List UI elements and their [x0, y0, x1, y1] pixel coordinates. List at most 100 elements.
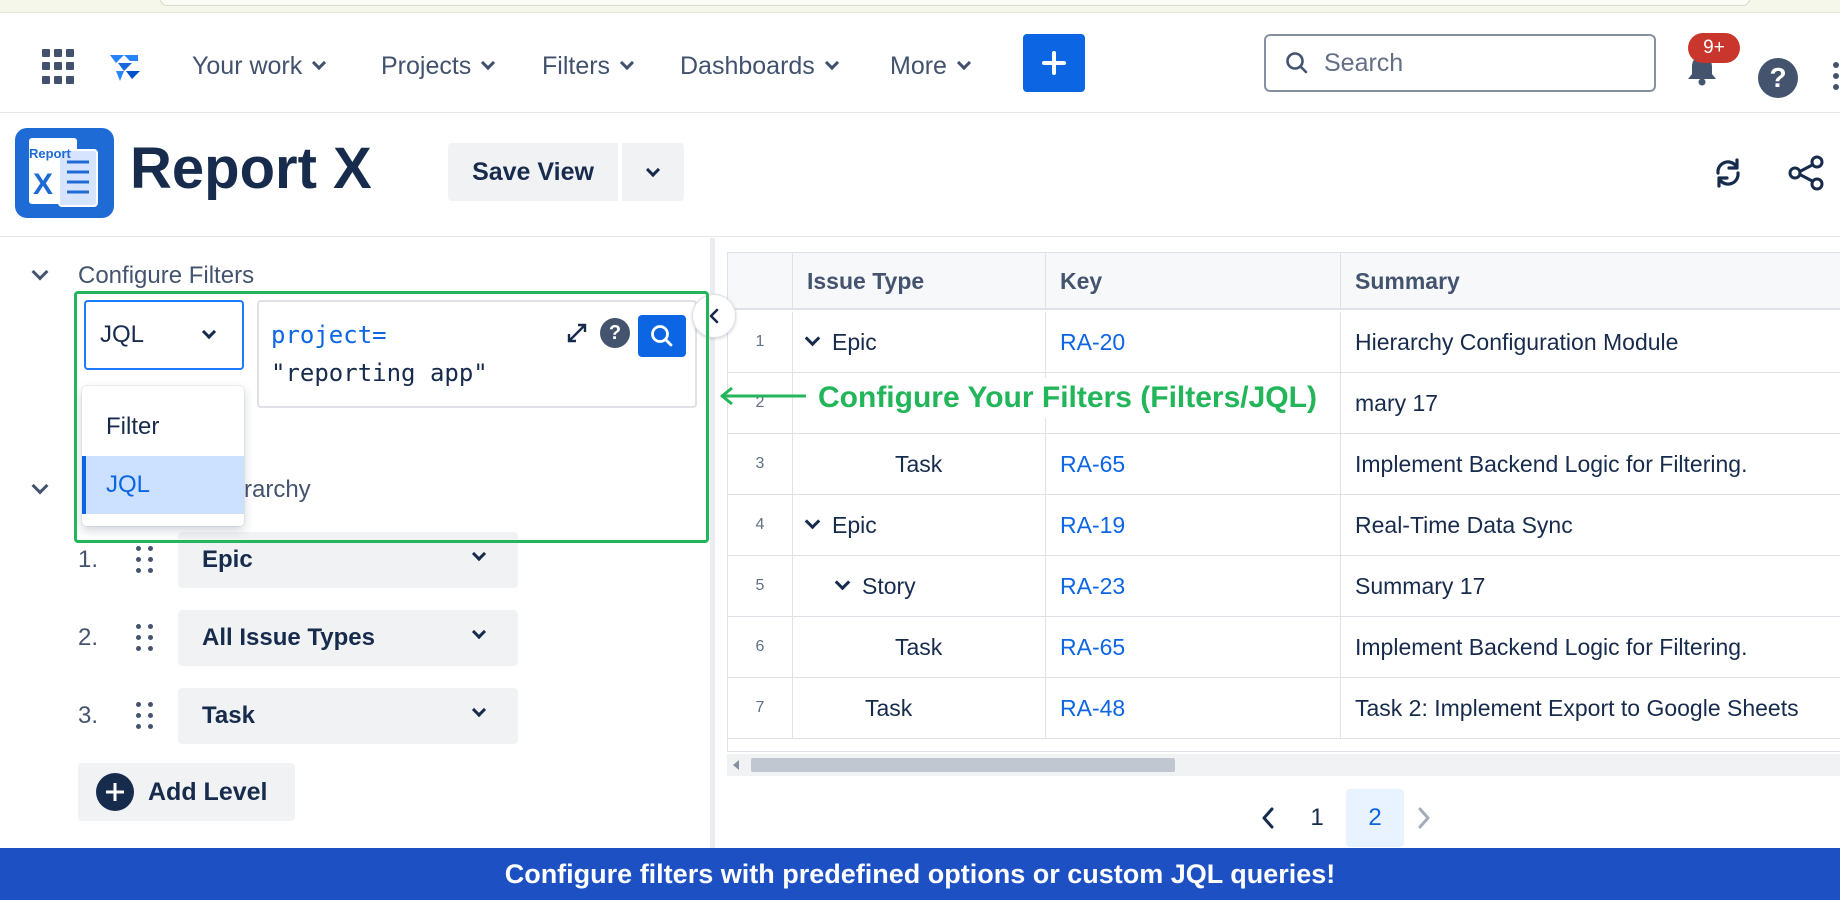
add-circle-icon — [96, 773, 134, 811]
configure-filters-toggle-icon[interactable] — [30, 266, 50, 286]
configure-filters-label: Configure Filters — [78, 262, 255, 289]
annotation-label: Configure Your Filters (Filters/JQL) — [806, 378, 1333, 418]
refresh-icon[interactable] — [1708, 153, 1748, 193]
table-row[interactable]: 6 Task RA-65 Implement Backend Logic for Fi… — [728, 617, 1840, 678]
app-switcher-icon[interactable] — [42, 49, 78, 85]
help-icon[interactable]: ? — [1758, 58, 1798, 98]
page: Your work Projects Filters Dashboards Mo… — [0, 0, 1840, 900]
issue-key-link[interactable]: RA-65 — [1046, 434, 1341, 494]
search-input[interactable] — [1324, 48, 1624, 78]
table-row[interactable]: 7 Task RA-48 Task 2: Implement Export to Go… — [728, 678, 1840, 739]
level-value: All Issue Types — [202, 624, 375, 651]
issue-key-link[interactable]: RA-48 — [1046, 678, 1341, 738]
issue-key-link[interactable]: RA-20 — [1046, 312, 1341, 372]
more-options-icon[interactable] — [1832, 61, 1840, 91]
report-x-logo: Report X — [15, 128, 114, 218]
issue-type-cell: Story — [793, 556, 1046, 616]
dropdown-option-jql[interactable]: JQL — [82, 456, 244, 514]
row-number: 3 — [728, 434, 793, 494]
row-number: 7 — [728, 678, 793, 738]
issue-key-link[interactable]: RA-65 — [1046, 617, 1341, 677]
row-number: 1 — [728, 312, 793, 372]
issue-type-cell: Epic — [793, 495, 1046, 555]
expand-caret-icon[interactable] — [804, 330, 821, 346]
drag-handle-icon[interactable] — [136, 702, 154, 730]
scrollbar-thumb[interactable] — [751, 758, 1175, 772]
share-icon[interactable] — [1786, 153, 1826, 193]
table-header: Issue Type Key Summary — [728, 253, 1840, 310]
summary-cell: Real-Time Data Sync — [1355, 511, 1573, 538]
save-view-dropdown-button[interactable] — [622, 143, 684, 201]
chevron-down-icon — [645, 162, 661, 177]
jql-line-2: "reporting app" — [271, 359, 488, 387]
search-icon — [1286, 52, 1308, 74]
dropdown-option-filter[interactable]: Filter — [82, 398, 244, 456]
expand-caret-icon[interactable] — [804, 513, 821, 529]
chevron-down-icon — [312, 55, 327, 71]
summary-cell: Task 2: Implement Export to Google Sheet… — [1355, 694, 1799, 721]
nav-more[interactable]: More — [890, 49, 972, 83]
nav-projects-label: Projects — [381, 51, 472, 80]
level-select[interactable]: Epic — [178, 532, 518, 588]
level-value: Task — [202, 702, 255, 729]
issue-type-cell: Task — [793, 434, 1046, 494]
nav-filters[interactable]: Filters — [542, 49, 635, 83]
issue-key-link[interactable]: RA-23 — [1046, 556, 1341, 616]
nav-projects[interactable]: Projects — [381, 49, 496, 83]
level-select[interactable]: All Issue Types — [178, 610, 518, 666]
drag-handle-icon[interactable] — [136, 546, 154, 574]
level-select[interactable]: Task — [178, 688, 518, 744]
row-number: 6 — [728, 617, 793, 677]
scroll-left-arrow-icon[interactable] — [733, 760, 739, 770]
column-header-key[interactable]: Key — [1046, 253, 1341, 310]
jql-query-text[interactable]: project= "reporting app" — [271, 316, 488, 392]
nav-your-work[interactable]: Your work — [192, 49, 327, 83]
save-view-button[interactable]: Save View — [448, 143, 618, 201]
table-row[interactable]: 5 Story RA-23 Summary 17 — [728, 556, 1840, 617]
collapse-panel-button[interactable] — [692, 294, 736, 338]
search-field[interactable] — [1264, 34, 1656, 92]
next-page-button[interactable] — [1404, 790, 1444, 846]
column-header-summary[interactable]: Summary — [1341, 253, 1840, 310]
chevron-down-icon — [471, 624, 487, 640]
summary-cell: Hierarchy Configuration Module — [1355, 328, 1679, 355]
jira-logo-icon[interactable] — [104, 47, 144, 87]
chevron-right-icon — [1418, 807, 1430, 829]
issue-key-link[interactable]: RA-19 — [1046, 495, 1341, 555]
issue-type-label: Epic — [832, 511, 877, 538]
row-number: 5 — [728, 556, 793, 616]
issue-type-cell: Task — [793, 617, 1046, 677]
summary-cell: Implement Backend Logic for Filtering. — [1355, 633, 1748, 660]
chevron-down-icon — [619, 55, 635, 71]
drag-handle-icon[interactable] — [136, 624, 154, 652]
expand-icon[interactable] — [564, 320, 590, 346]
browser-url-bar[interactable] — [160, 0, 1750, 6]
hierarchy-toggle-icon[interactable] — [30, 480, 50, 500]
nav-dashboards[interactable]: Dashboards — [680, 49, 839, 83]
filter-mode-select[interactable]: JQL — [84, 300, 244, 370]
page-button-2[interactable]: 2 — [1346, 789, 1404, 847]
add-level-button[interactable]: Add Level — [78, 763, 295, 821]
pagination: 1 2 — [1248, 789, 1444, 847]
chevron-down-icon — [471, 546, 487, 562]
create-button[interactable] — [1023, 34, 1085, 92]
table-row[interactable]: 1 Epic RA-20 Hierarchy Configuration Module — [728, 312, 1840, 373]
table-row[interactable]: 3 Task RA-65 Implement Backend Logic for Fi… — [728, 434, 1840, 495]
issue-type-label: Epic — [832, 328, 877, 355]
chevron-left-icon — [1262, 807, 1274, 829]
browser-strip — [0, 0, 1840, 13]
jql-query-editor[interactable]: project= "reporting app" ? — [257, 300, 697, 408]
table-row[interactable]: 4 Epic RA-19 Real-Time Data Sync — [728, 495, 1840, 556]
previous-page-button[interactable] — [1248, 790, 1288, 846]
horizontal-scrollbar[interactable] — [727, 754, 1840, 776]
expand-caret-icon[interactable] — [834, 574, 851, 590]
table-row[interactable] — [728, 739, 1840, 751]
search-icon — [651, 325, 673, 347]
chevron-left-icon — [709, 308, 719, 324]
issue-type-cell: Task — [793, 678, 1046, 738]
hierarchy-label: rarchy — [244, 476, 311, 503]
jql-help-icon[interactable]: ? — [600, 318, 630, 348]
column-header-issue-type[interactable]: Issue Type — [793, 253, 1046, 310]
page-button-1[interactable]: 1 — [1288, 789, 1346, 847]
jql-search-button[interactable] — [638, 315, 686, 357]
